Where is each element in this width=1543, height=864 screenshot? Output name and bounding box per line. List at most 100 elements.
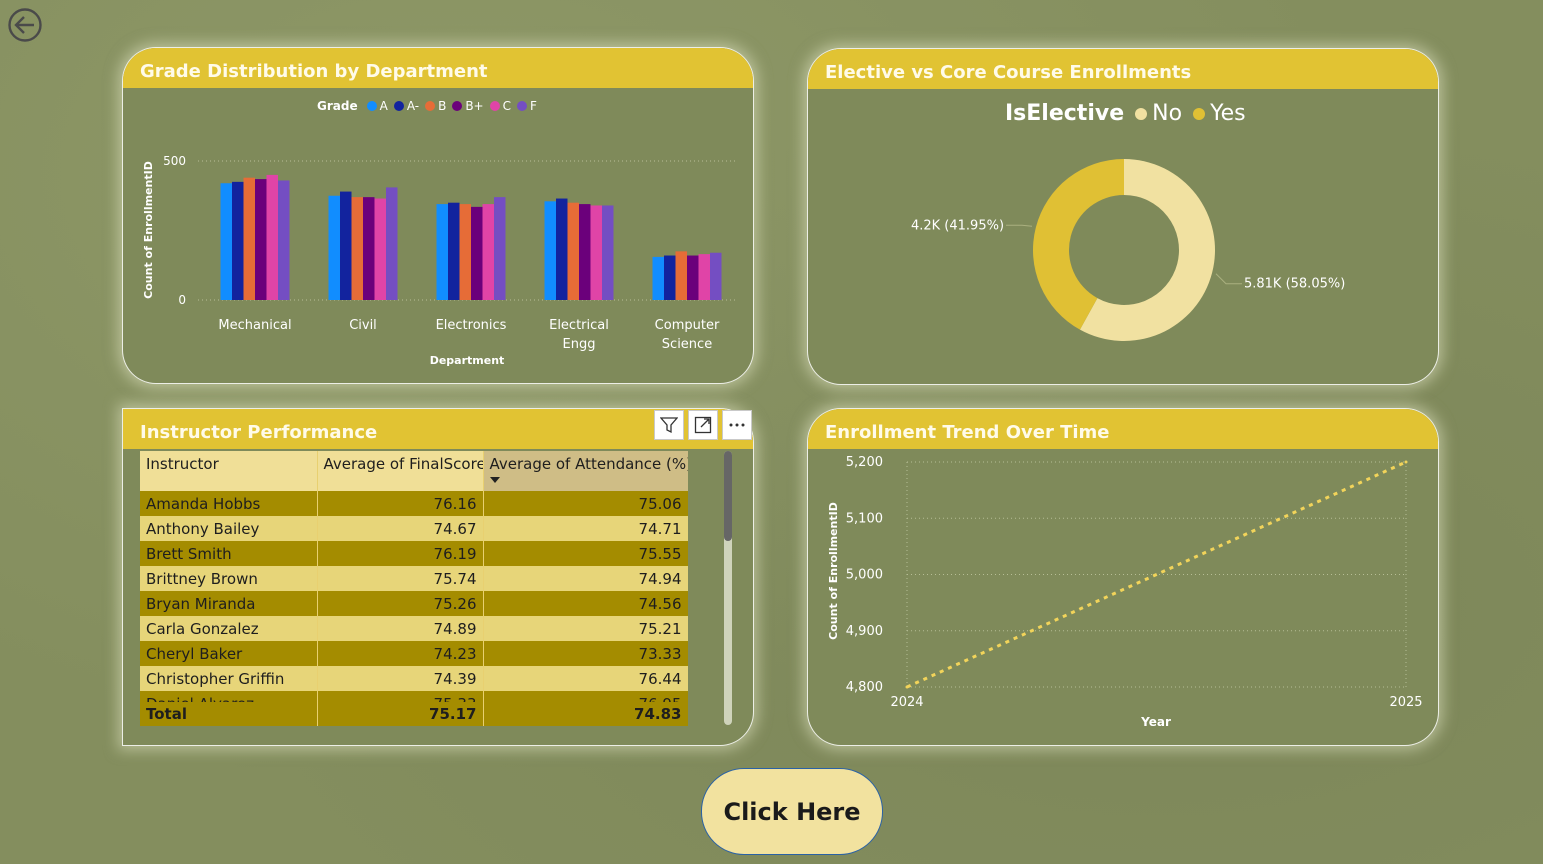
cell-finalscore: 75.26 [317,591,484,616]
bar-electronics-1 [436,204,448,300]
table-row[interactable]: Carla Gonzalez 74.89 75.21 [140,616,688,641]
back-arrow-icon[interactable] [8,8,42,42]
cell-finalscore: 74.23 [317,641,484,666]
enrollment-trend-card[interactable]: Enrollment Trend Over Time 4,800 4,900 5,0… [807,408,1439,746]
bar-mechanical-3 [243,177,255,300]
bar-civil-4 [363,197,375,300]
instructor-table-container: Instructor Average of FinalScore Average… [140,451,688,727]
grade-distribution-card[interactable]: Grade Distribution by Department Grade A A… [122,47,754,384]
table-row[interactable]: Cheryl Baker 74.23 73.33 [140,641,688,666]
y-tick-label: 500 [163,154,186,168]
cell-attendance: 74.56 [483,591,688,616]
bar-electronics-6 [494,197,506,300]
instructor-table: Instructor Average of FinalScore Average… [140,451,688,716]
table-row[interactable]: Amanda Hobbs 76.16 75.06 [140,491,688,516]
elective-core-card[interactable]: Elective vs Core Course Enrollments IsEl… [807,48,1439,385]
cell-attendance: 75.21 [483,616,688,641]
table-row[interactable]: Bryan Miranda 75.26 74.56 [140,591,688,616]
column-header-instructor[interactable]: Instructor [140,451,318,491]
cell-attendance: 74.71 [483,516,688,541]
bar-civil-5 [374,198,386,300]
bar-electronics-2 [448,202,460,300]
cell-instructor: Amanda Hobbs [140,491,318,516]
x-axis-label: Department [430,354,505,367]
x-tick-label: Electronics [436,318,507,333]
y-tick-label: 4,900 [846,624,883,639]
bar-mechanical-5 [266,174,278,300]
trend-point-2025 [1404,460,1408,464]
x-tick-label: Electrical [549,318,609,333]
x-tick-label: 2025 [1389,695,1422,710]
bar-mechanical-4 [255,179,267,300]
column-header-finalscore[interactable]: Average of FinalScore [317,451,484,491]
cell-attendance: 75.06 [483,491,688,516]
bar-computer-science-3 [675,251,687,300]
sort-descending-icon [489,477,500,483]
cell-attendance: 76.44 [483,666,688,691]
bar-mechanical-6 [278,180,290,300]
table-row[interactable]: Brittney Brown 75.74 74.94 [140,566,688,591]
bar-electronics-4 [471,206,483,300]
cell-instructor: Anthony Bailey [140,516,318,541]
total-label: Total [140,702,318,726]
cell-attendance: 74.94 [483,566,688,591]
focus-mode-icon[interactable] [688,410,718,440]
bar-electrical-engg-2 [556,198,568,300]
trend-point-2024 [905,685,909,689]
table-row[interactable]: Christopher Griffin 74.39 76.44 [140,666,688,691]
grade-chart-title: Grade Distribution by Department [123,48,753,88]
enrollment-trend-line-chart: 4,800 4,900 5,000 5,100 5,200 2024 2025 Year Cou… [827,455,1423,729]
x-tick-label: Science [662,337,712,352]
table-scrollbar[interactable] [724,451,732,725]
donut-data-label-no: 5.81K (58.05%) [1244,277,1345,292]
x-tick-label: 2024 [890,695,923,710]
donut-leader-line [1006,224,1033,227]
click-here-button[interactable]: Click Here [701,768,883,855]
cell-finalscore: 76.19 [317,541,484,566]
y-tick-label: 4,800 [846,680,883,695]
cell-instructor: Cheryl Baker [140,641,318,666]
bar-mechanical-1 [220,183,232,300]
bar-civil-1 [328,195,340,300]
x-tick-label: Engg [563,337,596,352]
bar-electronics-3 [459,204,471,300]
table-row[interactable]: Brett Smith 76.19 75.55 [140,541,688,566]
scrollbar-thumb[interactable] [724,451,732,541]
y-tick-label: 5,100 [846,511,883,526]
total-attendance: 74.83 [483,702,688,726]
cell-attendance: 75.55 [483,541,688,566]
donut-leader-line [1215,273,1242,285]
cell-instructor: Bryan Miranda [140,591,318,616]
column-header-attendance[interactable]: Average of Attendance (%) [483,451,688,491]
x-tick-label: Civil [349,318,377,333]
bar-electrical-engg-6 [602,205,614,300]
filter-icon[interactable] [654,410,684,440]
x-axis-label: Year [1140,715,1171,729]
total-finalscore: 75.17 [317,702,484,726]
donut-data-label-yes: 4.2K (41.95%) [911,218,1004,233]
instructor-performance-card[interactable]: Instructor Performance Instructor Averag… [122,408,754,746]
bar-electronics-5 [482,204,494,300]
table-row[interactable]: Anthony Bailey 74.67 74.71 [140,516,688,541]
grade-bar-chart: 0 500 Count of EnrollmentID Mechanical Civil… [142,154,738,367]
cell-attendance: 73.33 [483,641,688,666]
trend-chart-title: Enrollment Trend Over Time [808,409,1438,449]
y-axis-label: Count of EnrollmentID [827,502,840,640]
cell-instructor: Christopher Griffin [140,666,318,691]
bar-civil-6 [386,187,398,300]
bar-electrical-engg-4 [579,204,591,300]
table-total-row: Total 75.17 74.83 [140,702,688,728]
bar-electrical-engg-5 [590,205,602,300]
bar-computer-science-4 [687,255,699,300]
y-axis-label: Count of EnrollmentID [142,161,155,299]
column-header-attendance-label: Average of Attendance (%) [489,455,688,473]
bar-computer-science-6 [710,252,722,300]
cell-finalscore: 76.16 [317,491,484,516]
cell-finalscore: 75.74 [317,566,484,591]
more-options-icon[interactable] [722,410,752,440]
cell-instructor: Carla Gonzalez [140,616,318,641]
bar-civil-2 [340,191,352,300]
bar-electrical-engg-1 [544,201,556,300]
elective-donut-chart: 5.81K (58.05%) 4.2K (41.95%) [911,159,1345,341]
cell-instructor: Brittney Brown [140,566,318,591]
